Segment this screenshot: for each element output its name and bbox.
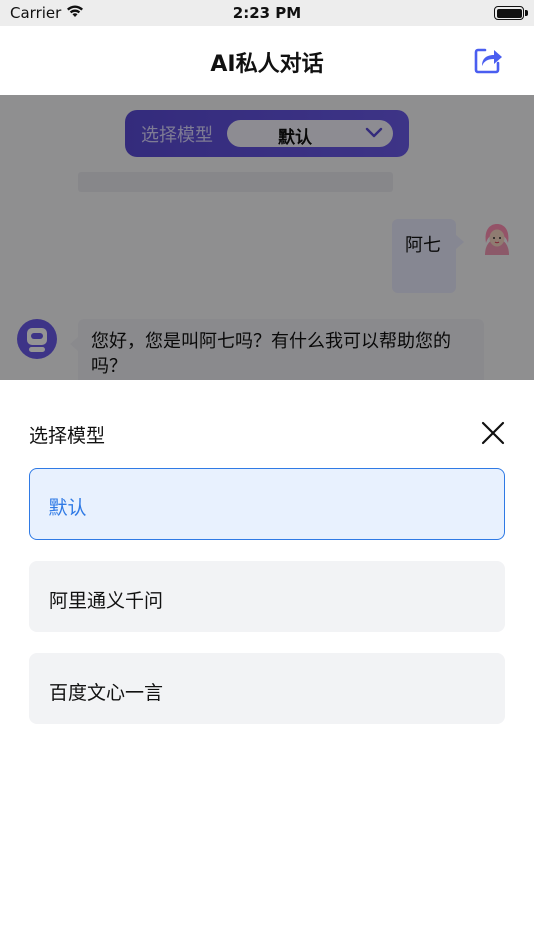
page-title: AI私人对话 (210, 52, 324, 77)
battery-icon (494, 6, 528, 20)
model-option-default[interactable]: 默认 (29, 468, 505, 540)
nav-bar: AI私人对话 (0, 26, 534, 95)
model-picker-sheet: 选择模型 默认 阿里通义千问 百度文心一言 (0, 380, 534, 950)
sheet-title: 选择模型 (29, 425, 106, 447)
model-option-label: 默认 (48, 496, 87, 519)
model-option-label: 阿里通义千问 (49, 590, 164, 612)
model-option-tongyi[interactable]: 阿里通义千问 (29, 561, 505, 632)
model-option-wenxin[interactable]: 百度文心一言 (29, 653, 505, 724)
clock: 2:23 PM (232, 4, 302, 22)
status-bar: Carrier 2:23 PM (0, 0, 534, 26)
model-option-label: 百度文心一言 (49, 682, 164, 704)
share-icon[interactable] (472, 44, 504, 76)
close-icon[interactable] (480, 420, 506, 446)
modal-backdrop[interactable] (0, 95, 534, 380)
